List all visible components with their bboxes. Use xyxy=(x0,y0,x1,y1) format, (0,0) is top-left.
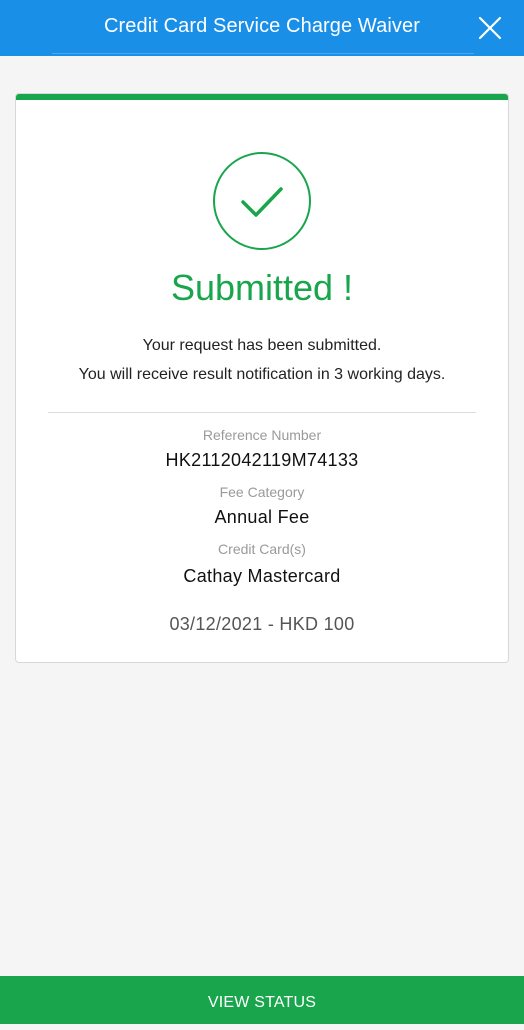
app-header: Credit Card Service Charge Waiver xyxy=(0,0,524,56)
notification-message: You will receive result notification in … xyxy=(78,366,446,383)
result-card: Submitted ! Your request has been submit… xyxy=(15,93,509,663)
reference-number-label: Reference Number xyxy=(202,427,322,443)
header-divider xyxy=(52,53,474,54)
reference-number-value: HK2112042119M74133 xyxy=(165,450,359,470)
fee-category-label: Fee Category xyxy=(219,484,305,500)
confirmation-message: Your request has been submitted. xyxy=(142,337,382,354)
fee-category-value: Annual Fee xyxy=(214,507,310,527)
status-title: Submitted ! xyxy=(170,267,354,308)
page-title: Credit Card Service Charge Waiver xyxy=(104,15,420,37)
check-circle-icon xyxy=(213,152,311,250)
transaction-summary: 03/12/2021 - HKD 100 xyxy=(169,614,355,634)
card-accent-bar xyxy=(16,94,508,100)
view-status-button[interactable]: VIEW STATUS xyxy=(0,976,524,1024)
close-button[interactable] xyxy=(472,10,508,46)
section-divider xyxy=(48,412,476,413)
close-icon xyxy=(478,16,502,40)
credit-card-label: Credit Card(s) xyxy=(218,541,306,557)
credit-card-value: Cathay Mastercard xyxy=(183,566,341,586)
